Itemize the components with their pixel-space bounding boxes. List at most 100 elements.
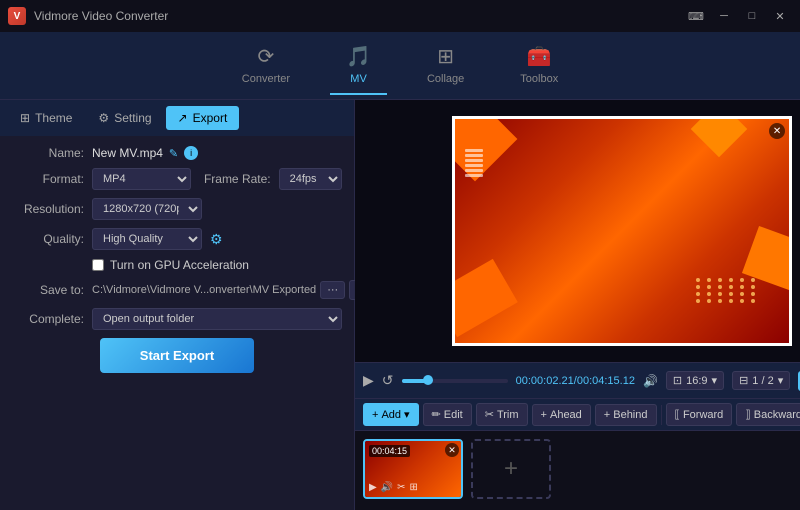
setting-tab-icon: ⚙ (98, 111, 109, 125)
edit-icon[interactable]: ✎ (169, 147, 178, 160)
thumb-time: 00:04:15 (369, 445, 410, 457)
video-controls-bar: ▶ ↺ 00:00:02.21/00:04:15.12 🔊 ⊡ 16:9 ▾ ⊟… (355, 362, 800, 398)
add-chevron: ▾ (404, 408, 410, 421)
resolution-select[interactable]: 1280x720 (720p)1920x1080 (1080p) (92, 198, 202, 220)
export-settings: Name: New MV.mp4 ✎ i Format: MP4MKVAVI F… (0, 136, 354, 510)
add-clip-btn[interactable]: + (471, 439, 551, 499)
subtab-setting[interactable]: ⚙ Setting (86, 106, 163, 130)
edit-icon: ✏ (432, 408, 441, 421)
close-btn[interactable]: ✕ (768, 7, 792, 25)
ahead-btn[interactable]: + Ahead (532, 404, 591, 426)
format-row: Format: MP4MKVAVI Frame Rate: 24fps30fps… (12, 168, 342, 190)
keyboard-btn[interactable]: ⌨ (684, 7, 708, 25)
dots-decoration (696, 278, 759, 303)
start-export-button[interactable]: Start Export (100, 338, 254, 373)
tab-mv-label: MV (350, 73, 367, 85)
add-icon: + (372, 409, 378, 421)
quality-label: Quality: (12, 232, 84, 246)
forward-btn[interactable]: ⟦ Forward (666, 403, 733, 426)
forward-label: Forward (683, 409, 723, 421)
behind-btn[interactable]: + Behind (595, 404, 657, 426)
preview-close-btn[interactable]: ✕ (769, 123, 785, 139)
thumb-clip-icon[interactable]: ⊞ (410, 482, 418, 493)
thumb-close-btn[interactable]: ✕ (445, 443, 459, 457)
video-frame: ✕ (452, 116, 792, 346)
nav-tabs: ⟳ Converter 🎵 MV ⊞ Collage 🧰 Toolbox (0, 32, 800, 100)
timeline-toolbar: + Add ▾ ✏ Edit ✂ Trim + Ahead + Behind (355, 398, 800, 430)
tab-converter[interactable]: ⟳ Converter (226, 36, 306, 95)
framerate-select[interactable]: 24fps30fps60fps (279, 168, 342, 190)
video-preview: ✕ (355, 100, 800, 362)
name-value-row: New MV.mp4 ✎ i (92, 146, 198, 160)
time-total: 00:04:15.12 (577, 375, 635, 387)
info-icon[interactable]: i (184, 146, 198, 160)
complete-select[interactable]: Open output folderDo nothing (92, 308, 342, 330)
toolbox-icon: 🧰 (527, 44, 552, 69)
behind-label: Behind (613, 409, 647, 421)
mv-icon: 🎵 (346, 44, 371, 69)
trim-btn[interactable]: ✂ Trim (476, 403, 528, 426)
thumb-edit-icon[interactable]: ✂ (397, 482, 405, 493)
behind-icon: + (604, 409, 610, 421)
save-path: C:\Vidmore\Vidmore V...onverter\MV Expor… (92, 284, 316, 296)
subtab-export[interactable]: ↗ Export (166, 106, 240, 130)
backward-btn[interactable]: ⟧ Backward (736, 403, 800, 426)
ahead-icon: + (541, 409, 547, 421)
tab-collage-label: Collage (427, 73, 464, 85)
replay-btn[interactable]: ↺ (382, 372, 394, 389)
forward-icon: ⟦ (675, 408, 680, 421)
titlebar: V Vidmore Video Converter ⌨ ─ □ ✕ (0, 0, 800, 32)
format-label: Format: (12, 172, 84, 186)
strip-decoration (465, 149, 483, 177)
edit-btn[interactable]: ✏ Edit (423, 403, 472, 426)
tab-toolbox[interactable]: 🧰 Toolbox (504, 36, 574, 95)
progress-bar[interactable] (402, 379, 508, 383)
play-btn[interactable]: ▶ (363, 372, 374, 389)
ahead-label: Ahead (550, 409, 582, 421)
add-btn[interactable]: + Add ▾ (363, 403, 419, 426)
browse-dots-btn[interactable]: ··· (320, 281, 345, 299)
thumb-vol-icon[interactable]: 🔊 (381, 482, 393, 493)
complete-label: Complete: (12, 312, 84, 326)
sub-tabs: ⊞ Theme ⚙ Setting ↗ Export (0, 100, 354, 136)
titlebar-controls: ⌨ ─ □ ✕ (684, 7, 792, 25)
quality-row: Quality: High QualityMedium QualityLow Q… (12, 228, 342, 250)
trim-label: Trim (497, 409, 519, 421)
name-label: Name: (12, 146, 84, 160)
quality-select[interactable]: High QualityMedium QualityLow Quality (92, 228, 202, 250)
right-panel: ✕ ▶ ↺ 00:00:02.21/00:04:15.12 🔊 ⊡ 16:9 ▾… (355, 100, 800, 510)
app-icon: V (8, 7, 26, 25)
aspect-ratio-chevron: ▾ (712, 374, 718, 387)
save-path-row: C:\Vidmore\Vidmore V...onverter\MV Expor… (92, 280, 378, 300)
minimize-btn[interactable]: ─ (712, 7, 736, 25)
split-selector[interactable]: ⊟ 1 / 2 ▾ (732, 371, 790, 390)
time-current: 00:00:02.21 (516, 375, 574, 387)
thumb-play-icon[interactable]: ▶ (369, 482, 377, 493)
corner-decoration-tr (691, 119, 748, 157)
edit-label: Edit (444, 409, 463, 421)
setting-tab-label: Setting (114, 111, 151, 125)
app-title: Vidmore Video Converter (34, 9, 168, 23)
tab-mv[interactable]: 🎵 MV (330, 36, 387, 95)
complete-row: Complete: Open output folderDo nothing (12, 308, 342, 330)
theme-tab-icon: ⊞ (20, 111, 30, 125)
add-clip-icon: + (504, 455, 518, 483)
name-value: New MV.mp4 (92, 146, 163, 160)
subtab-theme[interactable]: ⊞ Theme (8, 106, 84, 130)
time-display: 00:00:02.21/00:04:15.12 (516, 375, 635, 387)
format-select[interactable]: MP4MKVAVI (92, 168, 191, 190)
tab-converter-label: Converter (242, 73, 290, 85)
gpu-checkbox[interactable] (92, 259, 104, 271)
gpu-label: Turn on GPU Acceleration (110, 258, 249, 272)
theme-tab-label: Theme (35, 111, 72, 125)
saveto-label: Save to: (12, 283, 84, 297)
aspect-ratio-selector[interactable]: ⊡ 16:9 ▾ (666, 371, 724, 390)
volume-btn[interactable]: 🔊 (643, 374, 658, 388)
collage-icon: ⊞ (437, 44, 454, 69)
converter-icon: ⟳ (258, 44, 275, 69)
maximize-btn[interactable]: □ (740, 7, 764, 25)
tab-collage[interactable]: ⊞ Collage (411, 36, 480, 95)
video-content (455, 119, 789, 343)
timeline-thumb-1[interactable]: 00:04:15 ✕ ▶ 🔊 ✂ ⊞ (363, 439, 463, 499)
quality-gear-icon[interactable]: ⚙ (210, 231, 223, 248)
